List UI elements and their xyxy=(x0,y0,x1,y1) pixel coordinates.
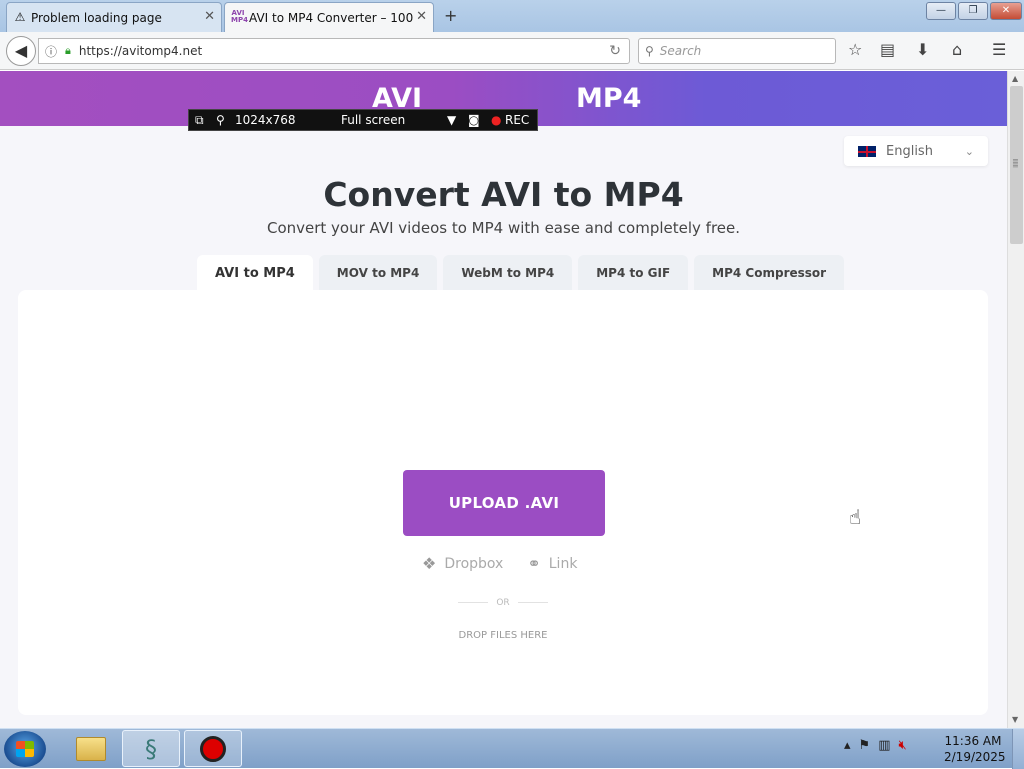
scrollbar-thumb[interactable]: ═ ═ ═ xyxy=(1010,86,1023,244)
windows-logo-icon xyxy=(16,741,34,757)
clock[interactable]: 11:36 AM 2/19/2025 xyxy=(944,733,1006,765)
tab-title: AVI to MP4 Converter – 100 xyxy=(249,11,414,25)
zoom-icon[interactable]: ⚲ xyxy=(216,113,225,127)
new-tab-button[interactable]: + xyxy=(444,6,457,25)
camera-icon[interactable]: ◙ xyxy=(468,113,480,127)
drop-zone-label: DROP FILES HERE xyxy=(458,630,548,641)
address-bar[interactable]: ⓘ 🔒︎ https://avitomp4.net ↻ xyxy=(38,38,630,64)
hand-cursor-icon: ☝ xyxy=(849,505,862,529)
nav-bar: ◀ ⓘ 🔒︎ https://avitomp4.net ↻ ⚲ Search ☆… xyxy=(0,32,1024,70)
close-tab-icon[interactable]: ✕ xyxy=(416,9,427,24)
warning-icon: ⚠ xyxy=(14,10,26,24)
back-button[interactable]: ◀ xyxy=(6,36,36,66)
search-icon: ⚲ xyxy=(645,44,654,58)
start-button[interactable] xyxy=(4,731,46,767)
upload-card[interactable]: UPLOAD .AVI ❖ Dropbox ⚭ Link OR DROP FIL… xyxy=(18,290,988,715)
scroll-down-icon[interactable]: ▼ xyxy=(1012,715,1018,724)
recorder-mode[interactable]: Full screen xyxy=(341,113,405,127)
page-scrollbar[interactable]: ▲ ═ ═ ═ ▼ xyxy=(1007,71,1024,728)
info-icon[interactable]: ⓘ xyxy=(45,43,57,60)
system-tray: ▴ ⚑ ▥ 🔇︎ xyxy=(844,738,915,753)
close-tab-icon[interactable]: ✕ xyxy=(204,9,215,24)
page-subtitle: Convert your AVI videos to MP4 with ease… xyxy=(266,219,741,237)
reload-icon[interactable]: ↻ xyxy=(609,43,621,59)
url-text[interactable]: https://avitomp4.net xyxy=(79,44,202,58)
tab-webm-to-mp4[interactable]: WebM to MP4 xyxy=(443,255,573,291)
rec-button[interactable]: REC xyxy=(505,113,529,127)
or-divider: OR xyxy=(18,598,988,608)
language-select[interactable]: English ⌄ xyxy=(844,136,988,166)
page-content: AVI MP4 ⧉ ⚲ 1024x768 Full screen ▼ ◙ ● R… xyxy=(0,71,1007,728)
window-select-icon[interactable]: ⧉ xyxy=(195,113,204,128)
taskbar: § ▴ ⚑ ▥ 🔇︎ 11:36 AM 2/19/2025 xyxy=(0,728,1024,769)
tab-strip: ⚠ Problem loading page ✕ AVI MP4 AVI to … xyxy=(0,0,1024,33)
recorder-resolution: 1024x768 xyxy=(235,113,296,127)
menu-icon[interactable]: ☰ xyxy=(992,40,1006,59)
recorder-toolbar: ⧉ ⚲ 1024x768 Full screen ▼ ◙ ● REC xyxy=(188,109,538,131)
explorer-icon[interactable] xyxy=(62,730,120,767)
dropbox-link[interactable]: Dropbox xyxy=(444,556,503,572)
site-favicon-icon: AVI MP4 xyxy=(231,9,248,24)
network-icon[interactable]: ▥ xyxy=(878,738,890,753)
upload-button[interactable]: UPLOAD .AVI xyxy=(403,470,605,536)
dropdown-icon[interactable]: ▼ xyxy=(447,113,456,127)
tab-avi-to-mp4[interactable]: AVI MP4 AVI to MP4 Converter – 100 ✕ xyxy=(224,2,434,33)
chevron-down-icon: ⌄ xyxy=(964,144,974,158)
record-dot-icon: ● xyxy=(491,113,502,127)
show-desktop-button[interactable] xyxy=(1012,729,1024,769)
tab-problem-loading[interactable]: ⚠ Problem loading page ✕ xyxy=(6,2,222,32)
home-icon[interactable]: ⌂ xyxy=(952,40,962,59)
action-center-flag-icon[interactable]: ⚑ xyxy=(859,738,871,753)
converter-tabs: AVI to MP4 MOV to MP4 WebM to MP4 MP4 to… xyxy=(197,255,850,291)
uk-flag-icon xyxy=(858,145,876,157)
close-window-button[interactable]: ✕ xyxy=(990,2,1022,20)
lock-icon[interactable]: 🔒︎ xyxy=(65,44,71,58)
back-arrow-icon: ◀ xyxy=(14,41,28,60)
tray-expand-icon[interactable]: ▴ xyxy=(844,738,851,753)
tab-mov-to-mp4[interactable]: MOV to MP4 xyxy=(318,255,438,291)
tab-mp4-to-gif[interactable]: MP4 to GIF xyxy=(578,255,689,291)
minimize-button[interactable]: — xyxy=(926,2,956,20)
language-label: English xyxy=(886,143,933,159)
scroll-up-icon[interactable]: ▲ xyxy=(1012,74,1018,83)
python-icon[interactable]: § xyxy=(122,730,180,767)
search-input[interactable]: ⚲ Search xyxy=(638,38,836,64)
tab-title: Problem loading page xyxy=(31,10,162,25)
bookmark-star-icon[interactable]: ☆ xyxy=(848,40,862,59)
download-icon[interactable]: ⬇ xyxy=(916,40,929,59)
recorder-icon[interactable] xyxy=(184,730,242,767)
page-title: Convert AVI to MP4 xyxy=(323,175,684,214)
maximize-button[interactable]: ❐ xyxy=(958,2,988,20)
alternate-sources: ❖ Dropbox ⚭ Link xyxy=(422,554,577,573)
url-link[interactable]: Link xyxy=(549,556,578,572)
clock-time: 11:36 AM xyxy=(944,734,1002,748)
or-label: OR xyxy=(496,598,510,608)
volume-muted-icon[interactable]: 🔇︎ xyxy=(898,738,906,753)
dropbox-icon[interactable]: ❖ xyxy=(422,554,436,573)
tab-avi-to-mp4[interactable]: AVI to MP4 xyxy=(197,255,313,291)
tab-mp4-compressor[interactable]: MP4 Compressor xyxy=(694,255,845,291)
banner-mp4-text: MP4 xyxy=(576,83,642,114)
reading-list-icon[interactable]: ▤ xyxy=(880,40,895,59)
link-icon[interactable]: ⚭ xyxy=(527,554,540,573)
clock-date: 2/19/2025 xyxy=(944,750,1006,764)
search-placeholder: Search xyxy=(659,44,702,58)
